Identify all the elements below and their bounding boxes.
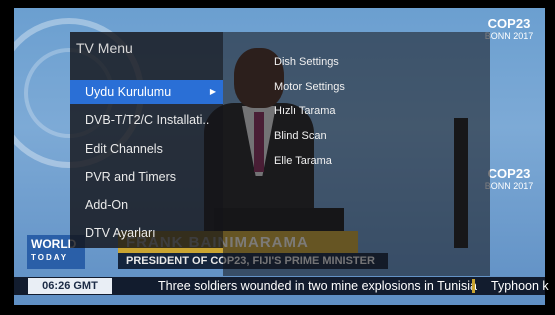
submenu-item-hizli-tarama[interactable]: Hızlı Tarama	[274, 104, 336, 118]
menu-item-add-on[interactable]: Add-On	[70, 193, 223, 217]
menu-item-edit-channels[interactable]: Edit Channels	[70, 137, 223, 161]
ticker-next-headline: Typhoon k	[491, 279, 549, 293]
menu-item-dtv-ayarlari[interactable]: DTV Ayarları	[70, 221, 223, 245]
menu-item-label: PVR and Timers	[85, 170, 177, 184]
menu-item-label: Uydu Kurulumu	[85, 85, 172, 99]
menu-item-uydu-kurulumu[interactable]: Uydu Kurulumu ▶	[70, 80, 223, 104]
ticker-headline: Three soldiers wounded in two mine explo…	[158, 279, 477, 293]
submenu-item-elle-tarama[interactable]: Elle Tarama	[274, 154, 332, 168]
ticker-clock: 06:26 GMT	[28, 278, 112, 294]
cop23-logo-title: COP23	[487, 16, 531, 31]
menu-item-pvr-timers[interactable]: PVR and Timers	[70, 165, 223, 189]
triangle-right-icon: ▶	[209, 87, 216, 96]
submenu-panel	[223, 32, 490, 276]
menu-item-label: DVB-T/T2/C Installati..	[85, 113, 210, 127]
menu-item-label: DTV Ayarları	[85, 226, 156, 240]
submenu-item-dish-settings[interactable]: Dish Settings	[274, 55, 339, 69]
ticker-separator	[472, 279, 475, 293]
channel-logo-line2: TODAY	[31, 253, 69, 262]
submenu-item-motor-settings[interactable]: Motor Settings	[274, 80, 345, 94]
menu-title: TV Menu	[76, 40, 133, 56]
menu-item-dvb-installation[interactable]: DVB-T/T2/C Installati..	[70, 108, 223, 132]
menu-item-label: Edit Channels	[85, 142, 163, 156]
menu-item-label: Add-On	[85, 198, 129, 212]
submenu-item-blind-scan[interactable]: Blind Scan	[274, 129, 327, 143]
